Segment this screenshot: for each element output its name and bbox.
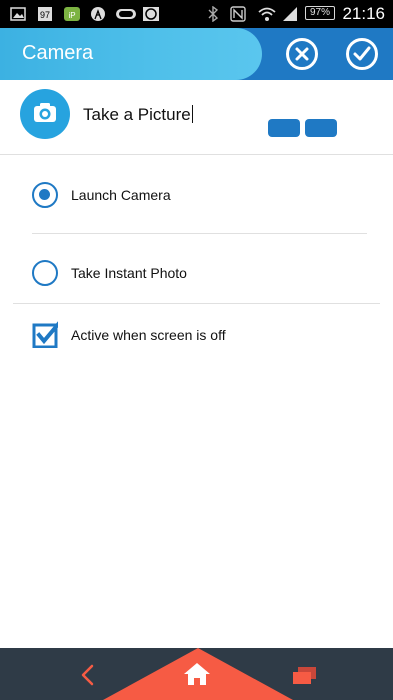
radio-take-instant-photo[interactable]: [32, 260, 58, 286]
page-title: Camera: [22, 42, 94, 64]
divider: [0, 154, 393, 155]
back-button[interactable]: [78, 664, 96, 686]
option-button-1[interactable]: [268, 119, 300, 137]
option-button-2[interactable]: [305, 119, 337, 137]
bluetooth-icon: [208, 6, 219, 22]
screen-off-label[interactable]: Active when screen is off: [71, 327, 226, 343]
screen-off-checkbox[interactable]: [32, 320, 58, 348]
task-icon-button[interactable]: [20, 89, 70, 139]
text-cursor: [191, 105, 193, 123]
option-label-launch-camera[interactable]: Launch Camera: [71, 187, 171, 203]
calendar-icon: 97: [38, 7, 52, 21]
recent-windows-icon[interactable]: [292, 666, 318, 686]
status-bar: 97 iP 97% 21:16: [0, 0, 393, 28]
option-label-take-instant-photo[interactable]: Take Instant Photo: [71, 265, 187, 281]
app-bar-title-tab: Camera: [0, 28, 262, 80]
battery-indicator: 97%: [305, 6, 335, 20]
camera-icon: [34, 103, 56, 122]
radio-launch-camera[interactable]: [32, 182, 58, 208]
taskbar-app-icon: iP: [64, 7, 80, 21]
divider: [13, 303, 380, 304]
gallery-icon: [10, 7, 26, 21]
cancel-button[interactable]: [286, 38, 318, 70]
cancel-circle-icon: [295, 47, 309, 61]
timer-icon: [143, 7, 159, 21]
accessibility-icon: [91, 7, 105, 21]
signal-icon: [283, 7, 297, 21]
wifi-icon: [258, 7, 276, 21]
svg-text:97: 97: [40, 10, 50, 20]
task-name-value: Take a Picture: [83, 105, 191, 124]
check-circle-icon: [353, 46, 371, 61]
radio-selected-dot: [39, 189, 50, 200]
nfc-icon: [230, 6, 246, 22]
app-bar: Camera: [0, 28, 393, 80]
clock: 21:16: [342, 4, 385, 23]
confirm-button[interactable]: [346, 38, 378, 70]
task-name-input[interactable]: Take a Picture: [83, 105, 193, 125]
divider: [32, 233, 367, 234]
toggle-icon: [116, 9, 136, 19]
home-icon[interactable]: [182, 661, 212, 687]
svg-text:iP: iP: [68, 11, 75, 20]
